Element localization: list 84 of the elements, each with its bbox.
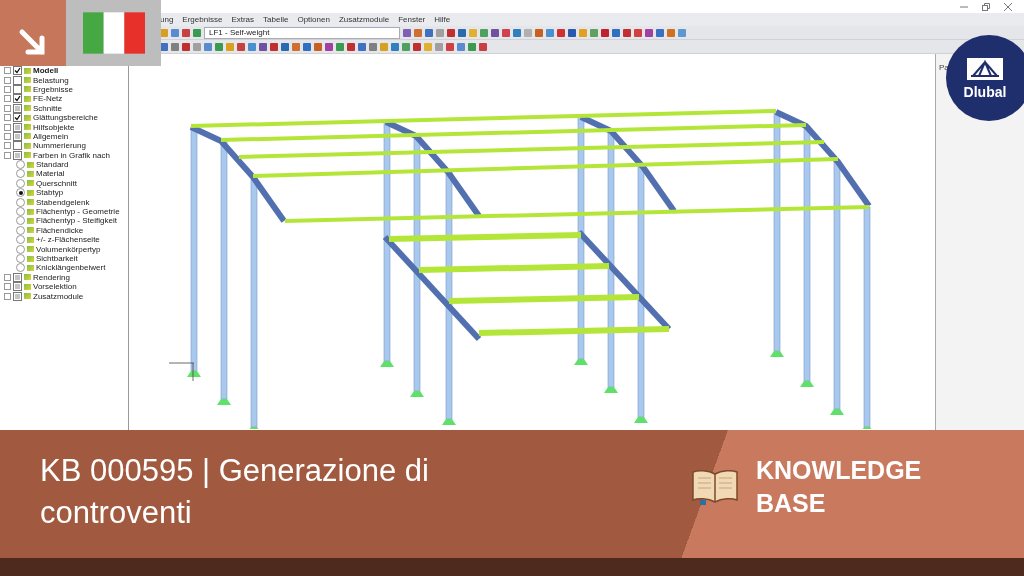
node-icon <box>27 180 34 187</box>
menu-item[interactable]: Zusatzmodule <box>338 15 390 24</box>
checkbox[interactable] <box>13 113 22 123</box>
radio-button[interactable] <box>16 188 25 198</box>
tree-label[interactable]: Rendering <box>33 272 70 282</box>
menu-item[interactable]: Ergebnisse <box>182 15 223 24</box>
checkbox[interactable] <box>13 141 22 151</box>
book-icon <box>690 468 740 506</box>
tree-label[interactable]: Volumenkörpertyp <box>36 244 101 254</box>
restore-icon[interactable] <box>982 2 990 11</box>
checkbox[interactable] <box>13 75 22 85</box>
node-icon <box>27 246 34 253</box>
bridge-icon <box>965 56 1005 82</box>
node-icon <box>27 161 34 168</box>
node-icon <box>24 293 31 300</box>
node-icon <box>24 274 31 281</box>
radio-button[interactable] <box>16 178 25 188</box>
node-icon <box>27 227 34 234</box>
node-icon <box>27 236 34 243</box>
node-icon <box>27 199 34 206</box>
node-icon <box>24 86 31 93</box>
menu-item[interactable]: Extras <box>231 15 255 24</box>
tree-label[interactable]: Flächentyp - Steifigkeit <box>36 216 117 226</box>
node-icon <box>24 114 31 121</box>
load-case-dropdown[interactable]: LF1 - Self-weight <box>204 26 400 39</box>
article-title: KB 000595 | Generazione di controventi <box>39 452 430 532</box>
node-icon <box>24 152 31 159</box>
tree-label[interactable]: Standard <box>36 160 69 170</box>
tree-label[interactable]: Ergebnisse <box>33 84 74 94</box>
node-icon <box>24 124 31 131</box>
tree-label[interactable]: Hilfsobjekte <box>33 122 75 132</box>
menu-item[interactable]: Tabelle <box>263 15 289 24</box>
tree-label[interactable]: Modell <box>33 66 59 76</box>
tree-label[interactable]: +/- z-Flächenseite <box>36 235 100 245</box>
node-icon <box>27 171 34 177</box>
tree-label[interactable]: Zusatzmodule <box>33 291 84 301</box>
radio-button[interactable] <box>16 263 25 273</box>
tree-label[interactable]: Farben in Grafik nach <box>33 150 110 160</box>
logo-text: Dlubal <box>963 84 1007 100</box>
radio-button[interactable] <box>16 216 25 226</box>
node-icon <box>27 255 34 262</box>
close-icon[interactable] <box>1004 2 1012 11</box>
category-label: KNOWLEDGE BASE <box>756 455 923 519</box>
arrow-icon <box>18 28 48 58</box>
radio-button[interactable] <box>16 244 25 254</box>
menu-item[interactable]: Optionen <box>297 15 330 24</box>
node-icon <box>27 264 34 271</box>
menu-item[interactable]: Hilfe <box>434 15 451 24</box>
italian-flag-icon <box>82 12 145 54</box>
node-icon <box>27 208 34 215</box>
tree-label[interactable]: Glättungsbereiche <box>33 113 98 123</box>
tree-label[interactable]: Nummerierung <box>33 141 86 151</box>
node-icon <box>24 67 31 74</box>
radio-button[interactable] <box>16 254 25 263</box>
tree-label[interactable]: Material <box>36 169 65 179</box>
tree-label[interactable]: Stabendgelenk <box>36 197 90 207</box>
tree-label[interactable]: Flächendicke <box>36 225 84 235</box>
tree-label[interactable]: Stabtyp <box>36 188 64 198</box>
tree-label[interactable]: Schnitte <box>33 103 62 113</box>
tree-label[interactable]: FE-Netz <box>33 94 63 104</box>
node-icon <box>24 105 31 112</box>
radio-button[interactable] <box>16 235 25 245</box>
tree-label[interactable]: Allgemein <box>33 131 69 141</box>
radio-button[interactable] <box>16 225 25 235</box>
radio-button[interactable] <box>16 197 25 207</box>
node-icon <box>27 217 34 224</box>
tree-label[interactable]: Querschnitt <box>36 178 77 188</box>
tree-label[interactable]: Vorselektion <box>33 282 77 292</box>
tree-label[interactable]: Belastung <box>33 75 69 85</box>
checkbox[interactable] <box>13 84 22 94</box>
radio-button[interactable] <box>16 160 25 170</box>
node-icon <box>24 283 31 290</box>
node-icon <box>27 189 34 196</box>
node-icon <box>24 133 31 140</box>
radio-button[interactable] <box>16 169 25 179</box>
radio-button[interactable] <box>16 207 25 217</box>
checkbox[interactable] <box>13 94 22 104</box>
tree-label[interactable]: Flächentyp - Geometrie <box>36 207 120 217</box>
tree-label[interactable]: Sichtbarkeit <box>36 254 78 263</box>
menu-item[interactable]: Fenster <box>398 15 426 24</box>
tree-label[interactable]: Knicklängenbeiwert <box>36 263 106 273</box>
node-icon <box>24 95 31 102</box>
node-icon <box>24 142 31 149</box>
node-icon <box>24 77 31 84</box>
